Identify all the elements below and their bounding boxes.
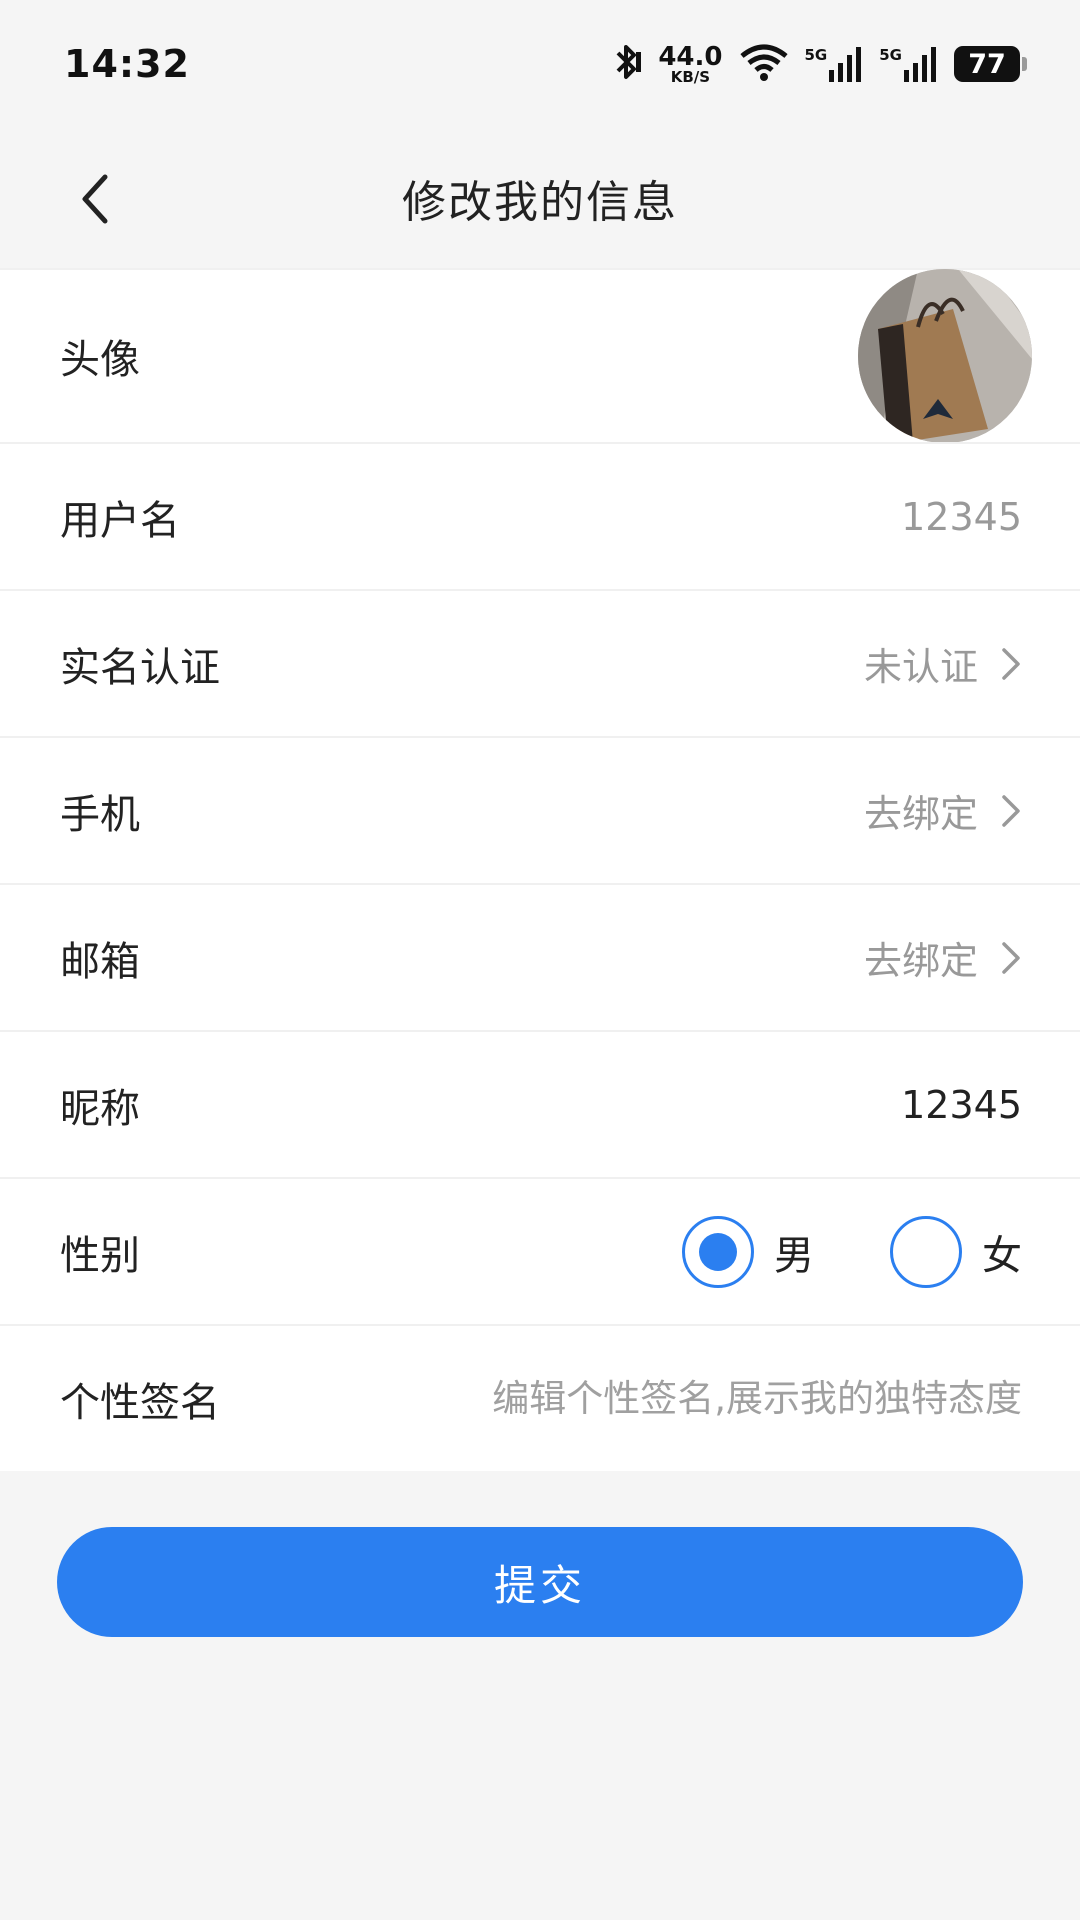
real-name-label: 实名认证 xyxy=(60,644,220,691)
real-name-status: 未认证 xyxy=(864,636,1022,691)
signature-label: 个性签名 xyxy=(60,1379,220,1426)
nickname-row[interactable]: 昵称 12345 xyxy=(0,1030,1080,1177)
gender-row: 性别 男 女 xyxy=(0,1177,1080,1324)
status-icons: 44.0 KB/S 5G 5G 77 xyxy=(612,41,1027,86)
chevron-right-icon xyxy=(1000,793,1022,829)
radio-dot xyxy=(699,1232,737,1271)
signal-icon: 5G xyxy=(805,46,864,82)
gender-option-label: 男 xyxy=(774,1232,814,1279)
chevron-right-icon xyxy=(1000,940,1022,976)
avatar-row[interactable]: 头像 xyxy=(0,268,1080,443)
bluetooth-icon xyxy=(612,42,642,86)
status-time: 14:32 xyxy=(64,42,190,86)
submit-button[interactable]: 提交 xyxy=(57,1527,1023,1637)
signal-icon-2: 5G xyxy=(879,46,938,82)
phone-row[interactable]: 手机 去绑定 xyxy=(0,736,1080,883)
battery-icon: 77 xyxy=(954,46,1027,82)
radio-unselected-icon[interactable] xyxy=(890,1215,962,1288)
gender-radio-group: 男 女 xyxy=(682,1215,1022,1288)
email-value: 去绑定 xyxy=(863,939,978,983)
nickname-value[interactable]: 12345 xyxy=(901,1083,1022,1127)
gender-option-female[interactable]: 女 xyxy=(890,1215,1022,1288)
status-bar: 14:32 44.0 KB/S 5G 5G 77 xyxy=(0,0,1080,128)
network-speed: 44.0 KB/S xyxy=(658,41,723,86)
username-row: 用户名 12345 xyxy=(0,442,1080,589)
signature-input[interactable] xyxy=(382,1377,1022,1420)
chevron-right-icon xyxy=(1000,646,1022,682)
phone-label: 手机 xyxy=(60,791,140,838)
page-title: 修改我的信息 xyxy=(402,177,678,228)
gender-label: 性别 xyxy=(60,1232,140,1279)
username-value: 12345 xyxy=(901,494,1022,539)
nickname-label: 昵称 xyxy=(60,1085,140,1132)
email-row[interactable]: 邮箱 去绑定 xyxy=(0,883,1080,1030)
profile-form: 头像 用户名 12345 实名认证 未认证 手机 去绑定 邮箱 去绑定 昵称 1… xyxy=(0,268,1080,1471)
radio-selected-icon[interactable] xyxy=(682,1215,754,1288)
back-button[interactable] xyxy=(60,164,130,234)
email-status: 去绑定 xyxy=(864,930,1022,985)
phone-status: 去绑定 xyxy=(864,783,1022,838)
email-label: 邮箱 xyxy=(60,938,140,985)
real-name-value: 未认证 xyxy=(863,645,978,689)
username-label: 用户名 xyxy=(60,497,180,544)
phone-value: 去绑定 xyxy=(863,792,978,836)
avatar-label: 头像 xyxy=(60,337,140,383)
wifi-icon xyxy=(739,42,789,86)
real-name-row[interactable]: 实名认证 未认证 xyxy=(0,589,1080,736)
nav-bar: 修改我的信息 xyxy=(0,128,1080,268)
gender-option-male[interactable]: 男 xyxy=(682,1215,814,1288)
gender-option-label: 女 xyxy=(982,1232,1022,1279)
avatar[interactable] xyxy=(858,269,1032,443)
chevron-left-icon xyxy=(82,174,108,224)
signature-row: 个性签名 xyxy=(0,1324,1080,1471)
